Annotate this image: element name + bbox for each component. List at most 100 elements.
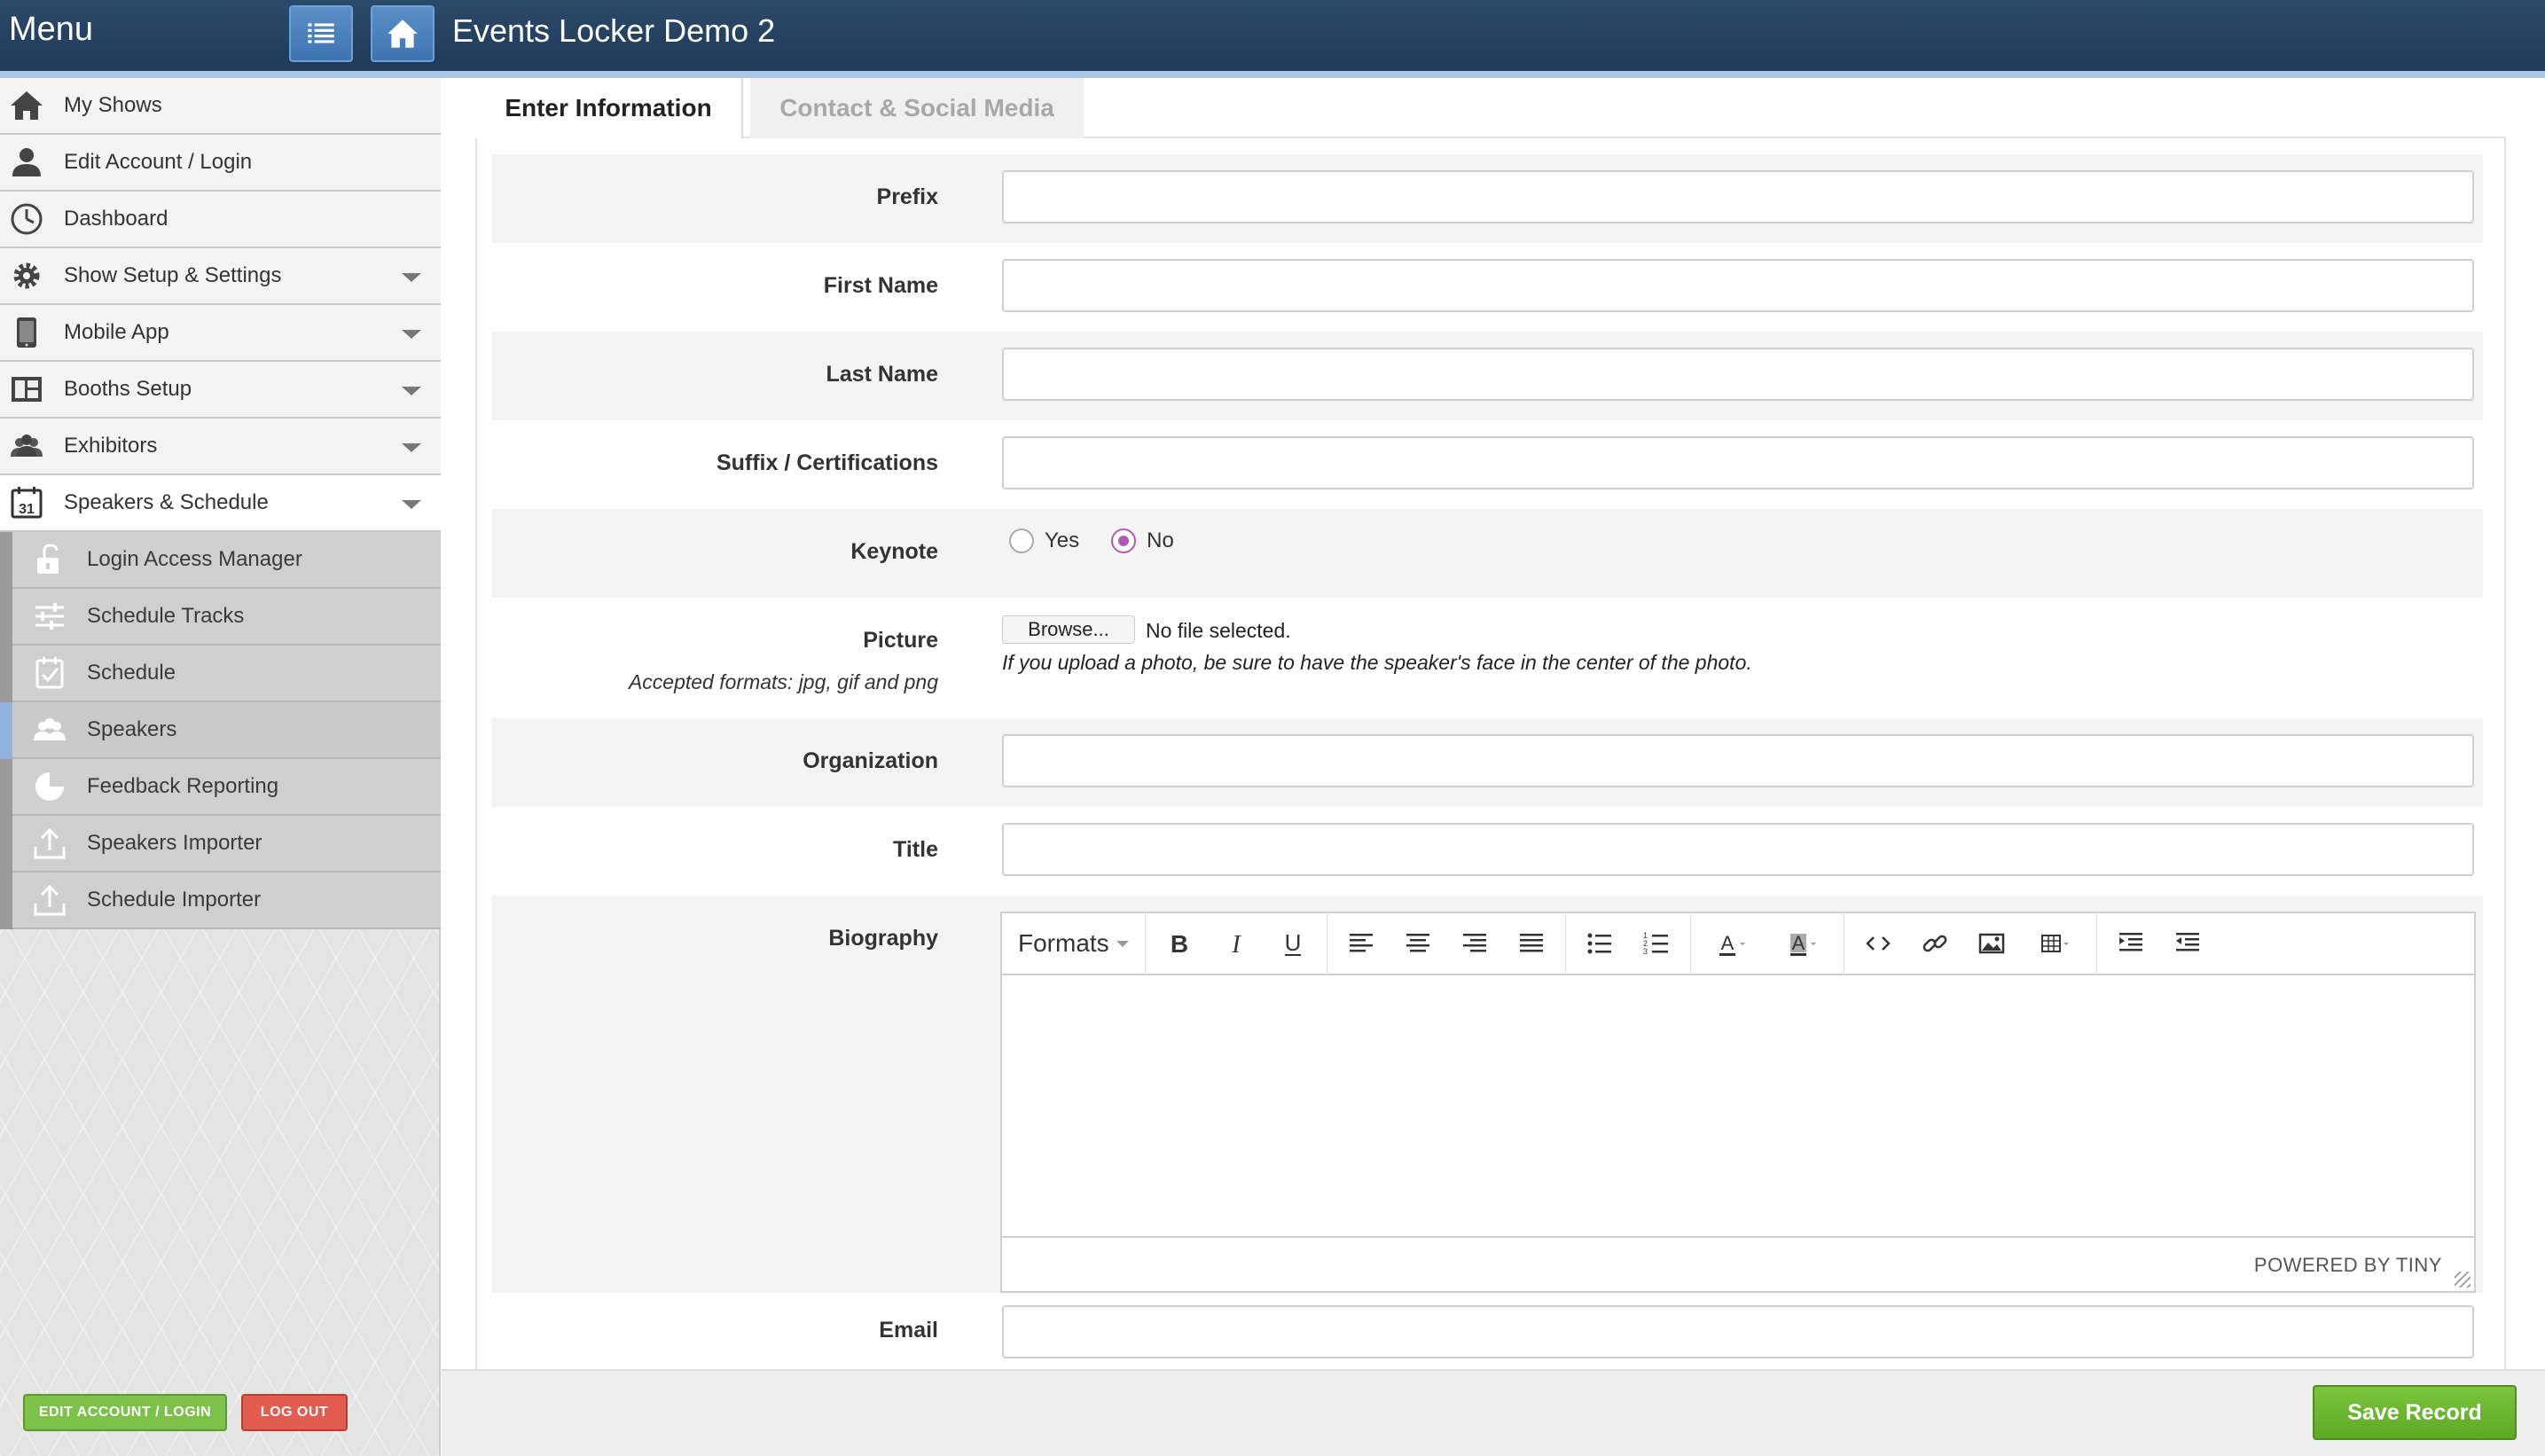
sidebar-item-dashboard[interactable]: Dashboard (0, 192, 441, 248)
keynote-yes-radio[interactable] (1009, 528, 1034, 553)
keynote-no-radio[interactable] (1111, 528, 1137, 553)
align-right-icon (1462, 934, 1486, 952)
text-color-button[interactable]: A (1696, 919, 1767, 968)
last-name-input[interactable] (1002, 348, 2474, 401)
toolbar-group-colors: A A (1691, 912, 1844, 975)
bullet-list-icon (1587, 933, 1611, 954)
home-button[interactable] (371, 5, 435, 62)
sidebar-subitem-label: Speakers Importer (87, 831, 262, 855)
prefix-input[interactable] (1002, 170, 2474, 223)
background-color-button[interactable]: A (1767, 919, 1838, 968)
bullet-list-button[interactable] (1571, 919, 1628, 968)
biography-text-area[interactable] (1002, 977, 2474, 1236)
form-row-first-name: First Name (491, 243, 2483, 332)
tab-enter-information[interactable]: Enter Information (475, 78, 743, 138)
header-accent-line (0, 71, 2545, 78)
chevron-down-icon (402, 330, 421, 339)
edit-account-button[interactable]: EDIT ACCOUNT / LOGIN (23, 1394, 227, 1431)
field-label: Title (893, 837, 938, 862)
field-label: First Name (823, 273, 938, 298)
sidebar-subitem-feedback-reporting[interactable]: Feedback Reporting (12, 759, 441, 816)
source-code-button[interactable] (1850, 919, 1907, 968)
sidebar-item-edit-account[interactable]: Edit Account / Login (0, 135, 441, 192)
table-icon (2040, 935, 2069, 952)
gear-icon (7, 256, 46, 295)
editor-status-bar: POWERED BY TINY (1002, 1236, 2474, 1291)
sidebar-item-label: Edit Account / Login (64, 150, 253, 174)
indent-button[interactable] (2103, 919, 2159, 968)
chevron-down-icon (402, 387, 421, 395)
organization-input[interactable] (1002, 734, 2474, 787)
svg-text:3: 3 (1643, 947, 1648, 956)
sidebar-item-speakers-schedule[interactable]: 31 Speakers & Schedule (0, 475, 441, 532)
upload-icon (30, 824, 69, 863)
toolbar-group-align (1327, 912, 1566, 975)
sidebar-subitem-speakers[interactable]: Speakers (12, 702, 441, 759)
title-input[interactable] (1002, 823, 2474, 876)
background-color-icon: A (1789, 932, 1816, 956)
outdent-button[interactable] (2159, 919, 2216, 968)
list-menu-button[interactable] (289, 5, 353, 62)
resize-handle-icon[interactable] (2455, 1272, 2471, 1288)
field-label: Organization (803, 748, 938, 773)
field-label: Prefix (876, 184, 938, 209)
tab-contact-social-media[interactable]: Contact & Social Media (750, 78, 1084, 138)
home-icon (7, 86, 46, 125)
align-center-button[interactable] (1390, 919, 1446, 968)
suffix-input[interactable] (1002, 436, 2474, 489)
pie-chart-icon (30, 767, 69, 806)
align-left-button[interactable] (1333, 919, 1390, 968)
form-row-title: Title (491, 807, 2483, 896)
chevron-down-icon (402, 443, 421, 452)
sidebar-item-mobile-app[interactable]: Mobile App (0, 305, 441, 362)
sidebar-item-exhibitors[interactable]: Exhibitors (0, 419, 441, 475)
first-name-input[interactable] (1002, 259, 2474, 312)
picture-formats-note: Accepted formats: jpg, gif and png (628, 670, 938, 693)
radio-label: Yes (1045, 528, 1080, 552)
submenu-marker (0, 646, 12, 702)
numbered-list-icon: 123 (1643, 931, 1668, 956)
italic-icon: I (1231, 931, 1241, 959)
powered-by-tiny[interactable]: POWERED BY TINY (2254, 1254, 2442, 1277)
sidebar-item-label: Show Setup & Settings (64, 263, 282, 287)
sidebar-subitem-login-access-manager[interactable]: Login Access Manager (12, 532, 441, 589)
submenu-marker (0, 532, 12, 589)
align-right-button[interactable] (1446, 919, 1503, 968)
svg-text:I: I (1231, 931, 1241, 959)
insert-table-button[interactable] (2020, 919, 2091, 968)
toolbar-group-text-style: B I U (1146, 912, 1327, 975)
underline-button[interactable]: U (1265, 919, 1321, 968)
align-justify-button[interactable] (1503, 919, 1560, 968)
sidebar-item-my-shows[interactable]: My Shows (0, 78, 441, 135)
formats-dropdown[interactable]: Formats (1002, 912, 1146, 975)
sidebar-item-label: Dashboard (64, 207, 168, 231)
sidebar-subitem-speakers-importer[interactable]: Speakers Importer (12, 816, 441, 873)
insert-link-button[interactable] (1907, 919, 1963, 968)
field-label: Last Name (826, 362, 938, 387)
list-icon (308, 23, 334, 43)
calendar-day-text: 31 (19, 502, 35, 517)
email-input[interactable] (1002, 1305, 2474, 1358)
sidebar-item-show-setup[interactable]: Show Setup & Settings (0, 248, 441, 305)
people-icon (30, 710, 69, 749)
browse-button[interactable]: Browse... (1002, 615, 1135, 644)
sidebar-item-booths-setup[interactable]: Booths Setup (0, 362, 441, 419)
sidebar-subitem-schedule-importer[interactable]: Schedule Importer (12, 873, 441, 929)
italic-button[interactable]: I (1208, 919, 1265, 968)
submenu-marker (0, 873, 12, 929)
save-record-button[interactable]: Save Record (2313, 1385, 2517, 1440)
logout-button[interactable]: LOG OUT (241, 1394, 348, 1431)
bold-button[interactable]: B (1151, 919, 1208, 968)
radio-label: No (1147, 528, 1174, 552)
bold-icon: B (1171, 930, 1188, 958)
insert-image-button[interactable] (1963, 919, 2020, 968)
sidebar-subitem-schedule[interactable]: Schedule (12, 646, 441, 702)
menu-title: Menu (9, 11, 94, 48)
numbered-list-button[interactable]: 123 (1628, 919, 1685, 968)
form-row-email: Email (491, 1293, 2483, 1369)
sidebar-subitem-label: Login Access Manager (87, 547, 302, 571)
toolbar-group-lists: 123 (1566, 912, 1691, 975)
sidebar-subitem-label: Speakers (87, 717, 177, 741)
indent-icon (2118, 933, 2142, 951)
sidebar-subitem-schedule-tracks[interactable]: Schedule Tracks (12, 589, 441, 646)
